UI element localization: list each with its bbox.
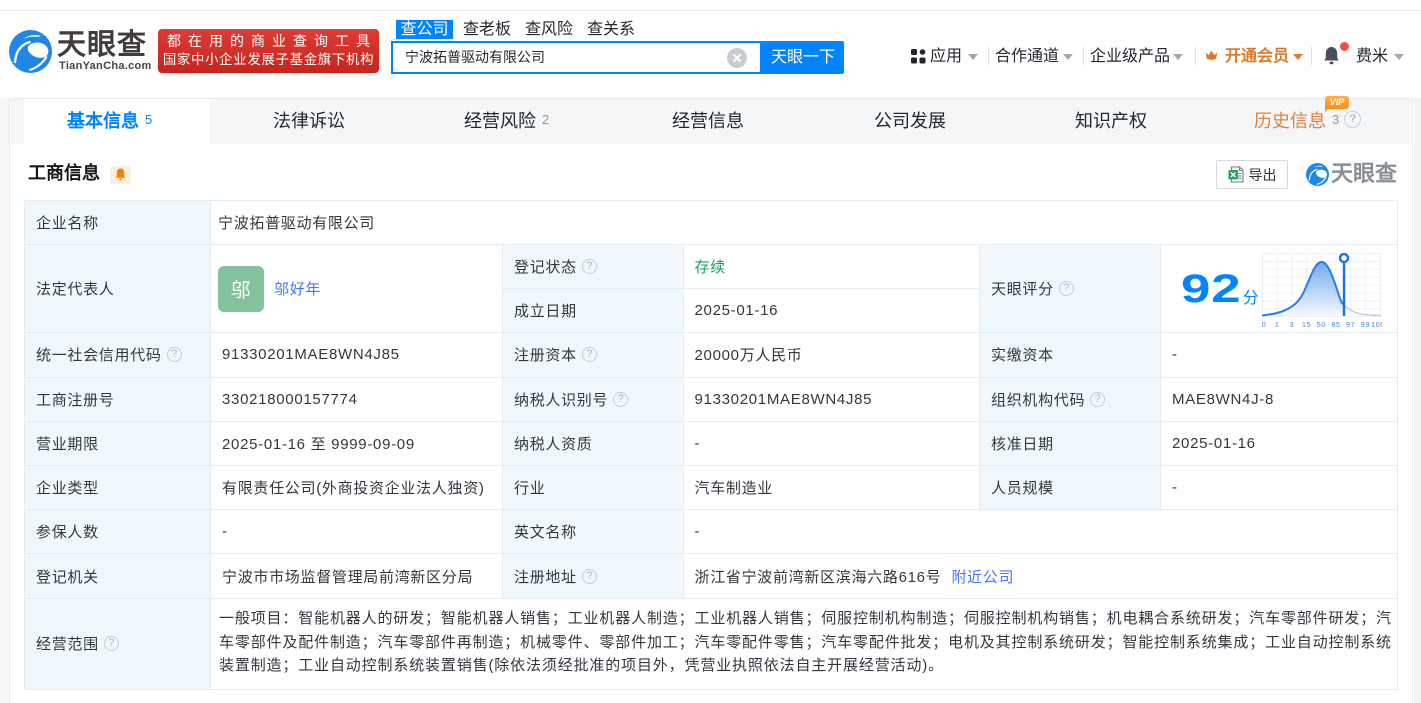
svg-text:1: 1 bbox=[1275, 322, 1280, 329]
svg-text:85: 85 bbox=[1331, 322, 1340, 329]
svg-text:97: 97 bbox=[1346, 322, 1355, 329]
svg-text:3: 3 bbox=[1290, 322, 1295, 329]
svg-text:50: 50 bbox=[1317, 322, 1326, 329]
svg-text:15: 15 bbox=[1302, 322, 1311, 329]
svg-text:100: 100 bbox=[1371, 322, 1382, 329]
svg-text:99: 99 bbox=[1361, 322, 1370, 329]
svg-text:0: 0 bbox=[1262, 322, 1266, 329]
